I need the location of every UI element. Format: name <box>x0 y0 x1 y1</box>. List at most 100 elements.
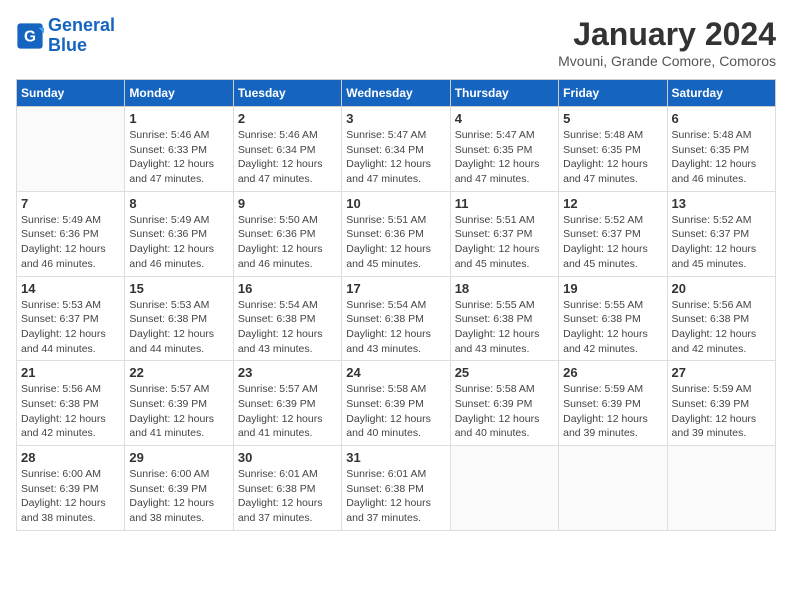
calendar-day-cell <box>559 446 667 531</box>
day-of-week-header: Wednesday <box>342 80 450 107</box>
day-info: Sunrise: 6:00 AMSunset: 6:39 PMDaylight:… <box>129 467 228 526</box>
calendar-day-cell: 28Sunrise: 6:00 AMSunset: 6:39 PMDayligh… <box>17 446 125 531</box>
day-of-week-header: Friday <box>559 80 667 107</box>
day-info: Sunrise: 6:00 AMSunset: 6:39 PMDaylight:… <box>21 467 120 526</box>
calendar-header-row: SundayMondayTuesdayWednesdayThursdayFrid… <box>17 80 776 107</box>
day-info: Sunrise: 5:54 AMSunset: 6:38 PMDaylight:… <box>238 298 337 357</box>
calendar-day-cell: 2 Sunrise: 5:46 AMSunset: 6:34 PMDaylight… <box>233 107 341 192</box>
calendar-day-cell: 13 Sunrise: 5:52 AMSunset: 6:37 PMDayligh… <box>667 191 775 276</box>
day-number: 22 <box>129 365 228 380</box>
calendar-week-row: 28Sunrise: 6:00 AMSunset: 6:39 PMDayligh… <box>17 446 776 531</box>
calendar-day-cell: 30Sunrise: 6:01 AMSunset: 6:38 PMDayligh… <box>233 446 341 531</box>
day-info: Sunrise: 5:56 AMSunset: 6:38 PMDaylight:… <box>21 382 120 441</box>
day-info: Sunrise: 5:51 AMSunset: 6:37 PMDaylight:… <box>455 213 554 272</box>
day-info: Sunrise: 5:47 AMSunset: 6:35 PMDaylight:… <box>455 128 554 187</box>
day-info: Sunrise: 5:46 AMSunset: 6:34 PMDaylight:… <box>238 128 337 187</box>
day-number: 30 <box>238 450 337 465</box>
day-number: 10 <box>346 196 445 211</box>
day-info: Sunrise: 5:52 AMSunset: 6:37 PMDaylight:… <box>672 213 771 272</box>
day-of-week-header: Tuesday <box>233 80 341 107</box>
svg-text:G: G <box>24 28 36 45</box>
calendar-day-cell: 5Sunrise: 5:48 AMSunset: 6:35 PMDaylight… <box>559 107 667 192</box>
day-info: Sunrise: 5:51 AMSunset: 6:36 PMDaylight:… <box>346 213 445 272</box>
day-number: 3 <box>346 111 445 126</box>
day-number: 25 <box>455 365 554 380</box>
calendar-day-cell: 11 Sunrise: 5:51 AMSunset: 6:37 PMDayligh… <box>450 191 558 276</box>
day-number: 7 <box>21 196 120 211</box>
day-info: Sunrise: 5:58 AMSunset: 6:39 PMDaylight:… <box>455 382 554 441</box>
day-number: 15 <box>129 281 228 296</box>
day-number: 23 <box>238 365 337 380</box>
calendar-day-cell: 24 Sunrise: 5:58 AMSunset: 6:39 PMDayligh… <box>342 361 450 446</box>
logo-line2: Blue <box>48 35 87 55</box>
day-number: 27 <box>672 365 771 380</box>
title-block: January 2024 Mvouni, Grande Comore, Como… <box>558 16 776 69</box>
day-info: Sunrise: 5:52 AMSunset: 6:37 PMDaylight:… <box>563 213 662 272</box>
calendar-day-cell: 20 Sunrise: 5:56 AMSunset: 6:38 PMDayligh… <box>667 276 775 361</box>
day-of-week-header: Sunday <box>17 80 125 107</box>
page-header: G General Blue January 2024 Mvouni, Gran… <box>16 16 776 69</box>
day-info: Sunrise: 5:49 AMSunset: 6:36 PMDaylight:… <box>21 213 120 272</box>
day-info: Sunrise: 5:59 AMSunset: 6:39 PMDaylight:… <box>563 382 662 441</box>
day-info: Sunrise: 5:57 AMSunset: 6:39 PMDaylight:… <box>238 382 337 441</box>
day-info: Sunrise: 5:54 AMSunset: 6:38 PMDaylight:… <box>346 298 445 357</box>
day-number: 11 <box>455 196 554 211</box>
logo: G General Blue <box>16 16 115 56</box>
calendar-week-row: 14Sunrise: 5:53 AMSunset: 6:37 PMDayligh… <box>17 276 776 361</box>
calendar-day-cell: 3 Sunrise: 5:47 AMSunset: 6:34 PMDaylight… <box>342 107 450 192</box>
logo-line1: General <box>48 15 115 35</box>
day-of-week-header: Thursday <box>450 80 558 107</box>
calendar-day-cell: 7 Sunrise: 5:49 AMSunset: 6:36 PMDaylight… <box>17 191 125 276</box>
calendar-week-row: 7 Sunrise: 5:49 AMSunset: 6:36 PMDaylight… <box>17 191 776 276</box>
calendar-day-cell: 9 Sunrise: 5:50 AMSunset: 6:36 PMDaylight… <box>233 191 341 276</box>
calendar-day-cell: 31Sunrise: 6:01 AMSunset: 6:38 PMDayligh… <box>342 446 450 531</box>
day-number: 21 <box>21 365 120 380</box>
calendar-day-cell: 12 Sunrise: 5:52 AMSunset: 6:37 PMDayligh… <box>559 191 667 276</box>
day-number: 17 <box>346 281 445 296</box>
calendar-day-cell: 16Sunrise: 5:54 AMSunset: 6:38 PMDayligh… <box>233 276 341 361</box>
calendar-day-cell: 22 Sunrise: 5:57 AMSunset: 6:39 PMDayligh… <box>125 361 233 446</box>
day-number: 20 <box>672 281 771 296</box>
day-info: Sunrise: 5:59 AMSunset: 6:39 PMDaylight:… <box>672 382 771 441</box>
day-number: 19 <box>563 281 662 296</box>
day-info: Sunrise: 5:46 AMSunset: 6:33 PMDaylight:… <box>129 128 228 187</box>
day-info: Sunrise: 5:47 AMSunset: 6:34 PMDaylight:… <box>346 128 445 187</box>
day-info: Sunrise: 5:57 AMSunset: 6:39 PMDaylight:… <box>129 382 228 441</box>
calendar-day-cell <box>450 446 558 531</box>
day-number: 2 <box>238 111 337 126</box>
day-info: Sunrise: 6:01 AMSunset: 6:38 PMDaylight:… <box>346 467 445 526</box>
day-info: Sunrise: 5:50 AMSunset: 6:36 PMDaylight:… <box>238 213 337 272</box>
calendar-day-cell: 8Sunrise: 5:49 AMSunset: 6:36 PMDaylight… <box>125 191 233 276</box>
calendar-day-cell: 19 Sunrise: 5:55 AMSunset: 6:38 PMDayligh… <box>559 276 667 361</box>
day-info: Sunrise: 5:48 AMSunset: 6:35 PMDaylight:… <box>563 128 662 187</box>
day-number: 1 <box>129 111 228 126</box>
day-info: Sunrise: 5:48 AMSunset: 6:35 PMDaylight:… <box>672 128 771 187</box>
calendar-day-cell: 23 Sunrise: 5:57 AMSunset: 6:39 PMDayligh… <box>233 361 341 446</box>
day-of-week-header: Saturday <box>667 80 775 107</box>
calendar-day-cell: 1 Sunrise: 5:46 AMSunset: 6:33 PMDaylight… <box>125 107 233 192</box>
calendar-day-cell: 17 Sunrise: 5:54 AMSunset: 6:38 PMDayligh… <box>342 276 450 361</box>
day-number: 12 <box>563 196 662 211</box>
calendar-day-cell: 21 Sunrise: 5:56 AMSunset: 6:38 PMDayligh… <box>17 361 125 446</box>
day-number: 9 <box>238 196 337 211</box>
day-number: 29 <box>129 450 228 465</box>
calendar-day-cell: 10 Sunrise: 5:51 AMSunset: 6:36 PMDayligh… <box>342 191 450 276</box>
day-info: Sunrise: 5:58 AMSunset: 6:39 PMDaylight:… <box>346 382 445 441</box>
day-number: 13 <box>672 196 771 211</box>
day-number: 14 <box>21 281 120 296</box>
calendar-day-cell: 18Sunrise: 5:55 AMSunset: 6:38 PMDayligh… <box>450 276 558 361</box>
calendar-table: SundayMondayTuesdayWednesdayThursdayFrid… <box>16 79 776 531</box>
calendar-day-cell: 26 Sunrise: 5:59 AMSunset: 6:39 PMDayligh… <box>559 361 667 446</box>
logo-text: General Blue <box>48 16 115 56</box>
calendar-day-cell: 4Sunrise: 5:47 AMSunset: 6:35 PMDaylight… <box>450 107 558 192</box>
day-info: Sunrise: 5:53 AMSunset: 6:38 PMDaylight:… <box>129 298 228 357</box>
day-number: 24 <box>346 365 445 380</box>
calendar-day-cell <box>17 107 125 192</box>
day-number: 26 <box>563 365 662 380</box>
calendar-day-cell: 25 Sunrise: 5:58 AMSunset: 6:39 PMDayligh… <box>450 361 558 446</box>
day-info: Sunrise: 5:55 AMSunset: 6:38 PMDaylight:… <box>563 298 662 357</box>
calendar-day-cell <box>667 446 775 531</box>
day-number: 6 <box>672 111 771 126</box>
day-info: Sunrise: 5:56 AMSunset: 6:38 PMDaylight:… <box>672 298 771 357</box>
calendar-week-row: 21 Sunrise: 5:56 AMSunset: 6:38 PMDayligh… <box>17 361 776 446</box>
